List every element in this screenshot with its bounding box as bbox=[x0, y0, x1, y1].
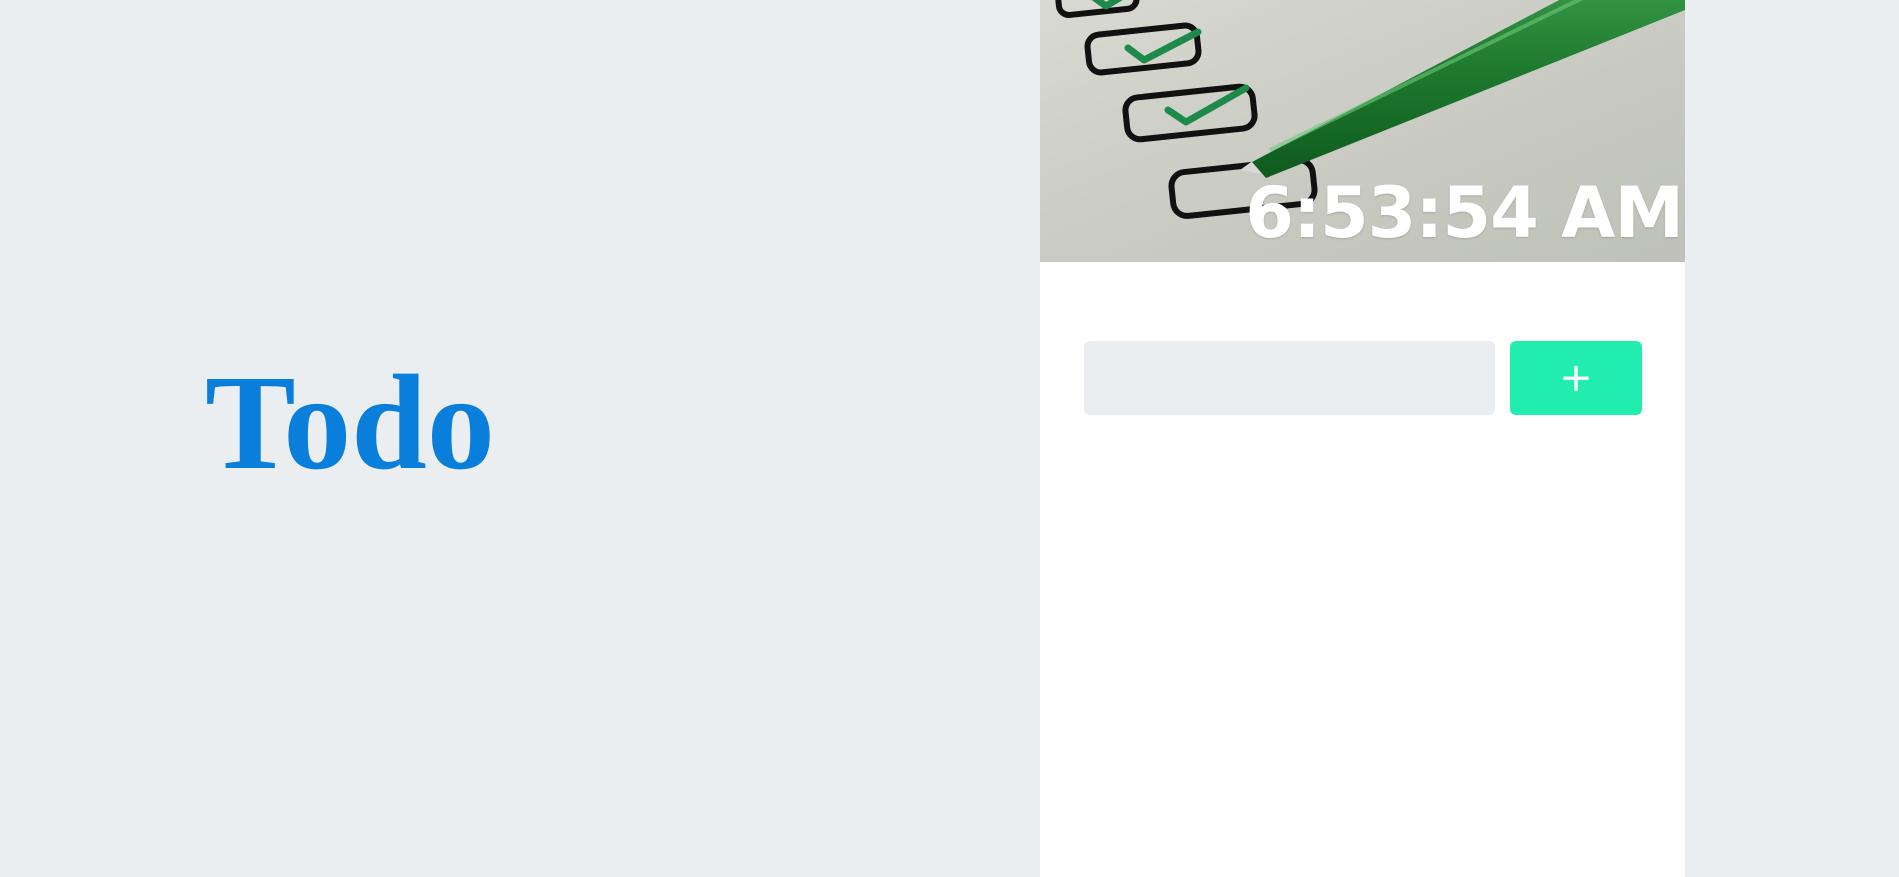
clock-time: 6:53:54 AM bbox=[1245, 172, 1684, 254]
header-image: 6:53:54 AM bbox=[1040, 0, 1685, 262]
page: Todo 6:53:54 AM + bbox=[0, 0, 1899, 877]
app-title: Todo bbox=[205, 348, 495, 498]
todo-panel: 6:53:54 AM + bbox=[1040, 0, 1685, 877]
add-todo-button[interactable]: + bbox=[1510, 341, 1642, 415]
todo-input[interactable] bbox=[1084, 341, 1495, 415]
todo-form: + bbox=[1084, 341, 1642, 415]
